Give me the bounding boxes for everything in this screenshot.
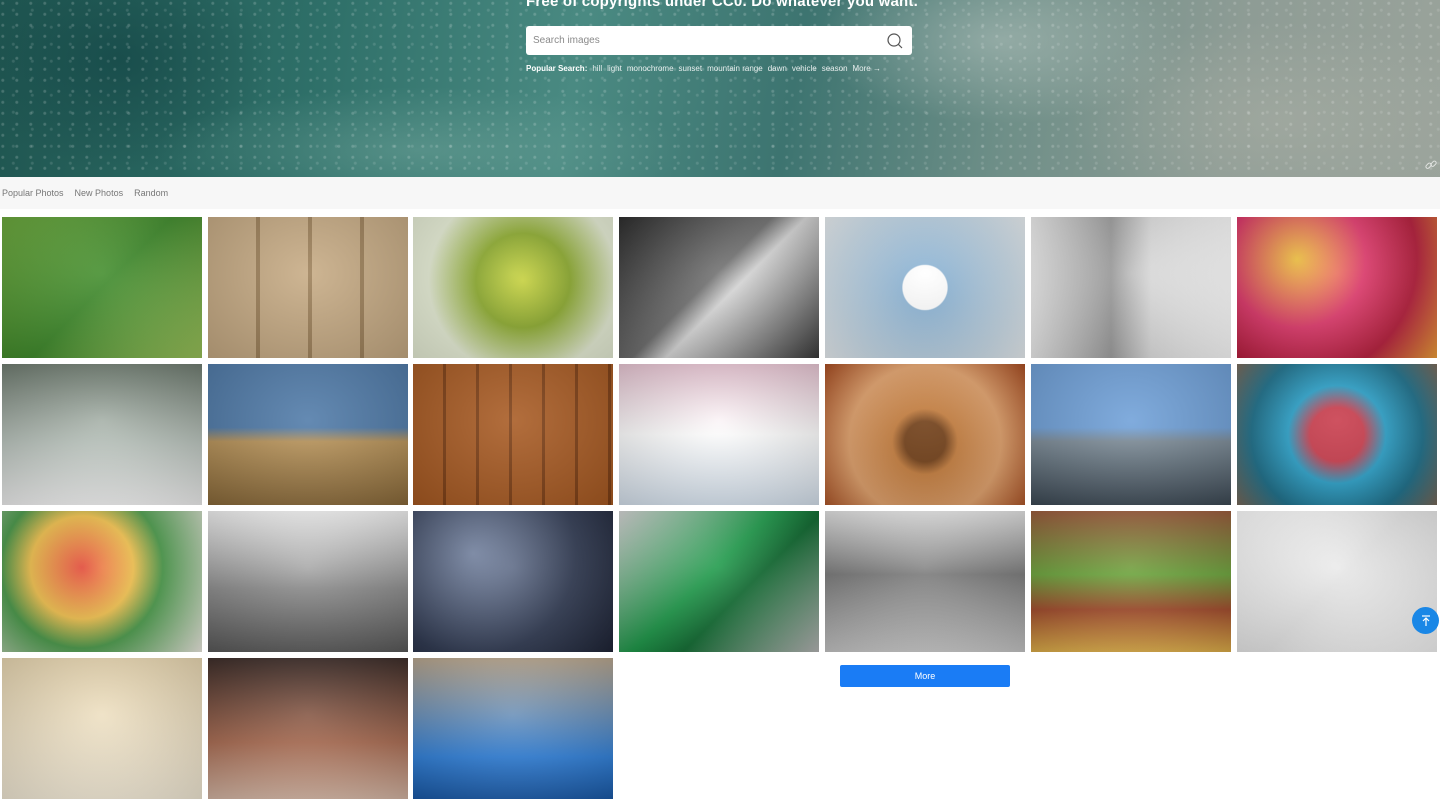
popular-tag[interactable]: monochrome <box>627 64 674 73</box>
photo-thumbnail[interactable] <box>2 511 202 652</box>
photo-thumbnail[interactable] <box>825 511 1025 652</box>
hero-title: Free of copyrights under CC0. Do whateve… <box>526 0 918 10</box>
photo-thumbnail[interactable] <box>1237 217 1437 358</box>
popular-search-label: Popular Search: <box>526 64 588 73</box>
photo-thumbnail[interactable] <box>1031 217 1231 358</box>
popular-tag[interactable]: vehicle <box>792 64 817 73</box>
search-input[interactable] <box>526 27 884 54</box>
photo-thumbnail[interactable] <box>1031 511 1231 652</box>
photo-thumbnail[interactable] <box>208 364 408 505</box>
photo-thumbnail[interactable] <box>1237 364 1437 505</box>
popular-searches: Popular Search: hill light monochrome su… <box>526 64 881 73</box>
photo-thumbnail[interactable] <box>413 511 613 652</box>
photo-thumbnail[interactable] <box>1031 364 1231 505</box>
photo-thumbnail[interactable] <box>208 217 408 358</box>
link-icon[interactable] <box>1424 158 1438 172</box>
photo-thumbnail[interactable] <box>825 217 1025 358</box>
photo-tabs: Popular Photos New Photos Random <box>0 177 1440 209</box>
hero-banner: Free of copyrights under CC0. Do whateve… <box>0 0 1440 177</box>
tab-popular-photos[interactable]: Popular Photos <box>2 188 64 198</box>
back-to-top-button[interactable] <box>1412 607 1439 634</box>
popular-tag[interactable]: mountain range <box>707 64 763 73</box>
photo-thumbnail[interactable] <box>619 364 819 505</box>
popular-tag[interactable]: dawn <box>768 64 787 73</box>
photo-thumbnail[interactable] <box>2 658 202 799</box>
more-button[interactable]: More <box>840 665 1010 687</box>
photo-thumbnail[interactable] <box>2 364 202 505</box>
tab-new-photos[interactable]: New Photos <box>75 188 124 198</box>
photo-thumbnail[interactable] <box>208 511 408 652</box>
arrow-up-icon <box>1421 614 1430 626</box>
popular-more-link[interactable]: More → <box>853 64 881 73</box>
popular-tag[interactable]: hill <box>592 64 602 73</box>
search-icon[interactable] <box>884 30 906 52</box>
photo-thumbnail[interactable] <box>413 364 613 505</box>
photo-thumbnail[interactable] <box>619 217 819 358</box>
popular-tag[interactable]: sunset <box>679 64 703 73</box>
tab-random[interactable]: Random <box>134 188 168 198</box>
search-box <box>526 26 912 55</box>
photo-thumbnail[interactable] <box>208 658 408 799</box>
photo-thumbnail[interactable] <box>413 658 613 799</box>
photo-thumbnail[interactable] <box>1237 511 1437 652</box>
popular-tag[interactable]: season <box>822 64 848 73</box>
popular-tag[interactable]: light <box>607 64 622 73</box>
photo-thumbnail[interactable] <box>413 217 613 358</box>
photo-thumbnail[interactable] <box>619 511 819 652</box>
photo-thumbnail[interactable] <box>825 364 1025 505</box>
photo-thumbnail[interactable] <box>2 217 202 358</box>
